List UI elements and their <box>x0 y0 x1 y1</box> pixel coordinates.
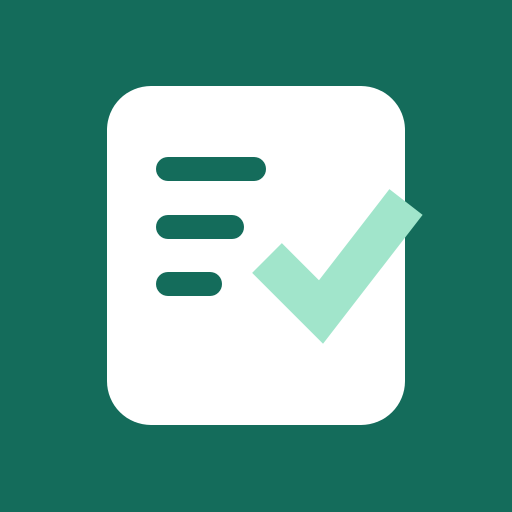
app-icon-canvas <box>0 0 512 512</box>
checklist-app-icon <box>0 0 512 512</box>
